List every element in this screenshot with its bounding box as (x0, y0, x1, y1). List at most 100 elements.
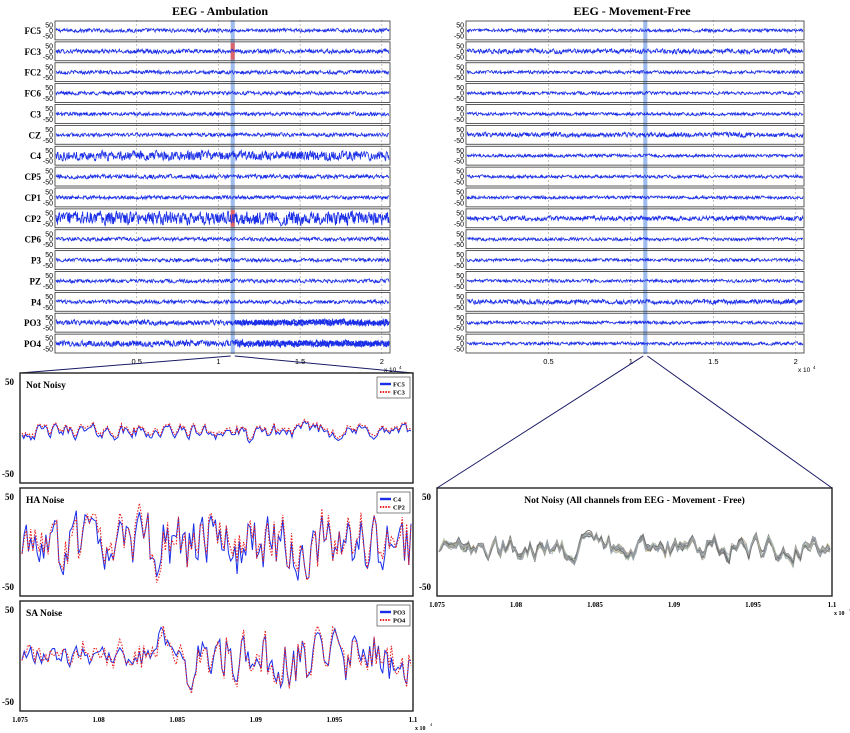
x-tick-label: 1.085 (587, 601, 603, 609)
channel-label-fc6: FC6 (25, 89, 42, 99)
y-tick-label: -50 (43, 117, 53, 124)
x-tick-label: 1.085 (169, 716, 185, 724)
legend-label-po4: PO4 (393, 618, 406, 625)
channel-trace (55, 194, 390, 201)
channel-label-c4: C4 (30, 151, 41, 161)
y-tick-label: -50 (2, 469, 14, 479)
highlight-window (230, 20, 235, 354)
x-tick-label: 1.09 (250, 716, 263, 724)
y-tick-label: -50 (43, 347, 53, 354)
y-tick-label: -50 (43, 180, 53, 187)
ha-noise-chart: 50 -50 HA Noise C4CP2 (2, 487, 414, 597)
channel-trace (55, 277, 390, 285)
legend-label-fc3: FC3 (393, 390, 406, 397)
x-exponent-label: x 10 (798, 367, 811, 374)
x-tick-label: 1.1 (828, 601, 837, 609)
y-tick-label: -50 (454, 54, 464, 61)
y-tick-label: -50 (454, 180, 464, 187)
channel-label-po3: PO3 (24, 318, 41, 328)
movement-free-zoom-chart: 50 -50 Not Noisy (All channels from EEG - … (419, 487, 850, 617)
x-tick-label: 2 (380, 357, 384, 366)
channel-trace (466, 319, 804, 326)
channel-label-c3: C3 (30, 109, 41, 119)
channel-label-po4: PO4 (24, 339, 41, 349)
y-tick-label: 50 (422, 492, 432, 502)
channel-trace (466, 257, 804, 264)
ambulation-chart: 500-50FC5500-50FC3500-50FC2500-50FC6500-… (24, 20, 402, 374)
x-tick-label: 1.095 (745, 601, 761, 609)
y-tick-label: -50 (454, 117, 464, 124)
zoom-line-right (647, 355, 833, 489)
x-tick-label: 0.5 (543, 357, 553, 366)
sa-noise-chart: 50 -50 SA Noise PO3PO4 1.075 1.08 1.085 1.09 1.0… (2, 600, 433, 732)
y-tick-label: -50 (454, 75, 464, 82)
channel-trace (466, 90, 804, 96)
y-tick-label: -50 (43, 242, 53, 249)
y-tick-label: -50 (454, 221, 464, 228)
x-tick-label: 1.1 (409, 716, 418, 724)
channel-label-cp2: CP2 (25, 214, 42, 224)
channel-trace (466, 194, 804, 201)
channel-label-fc3: FC3 (25, 47, 42, 57)
y-tick-label: -50 (43, 75, 53, 82)
channel-trace (55, 131, 390, 139)
x-tick-label: 1.08 (92, 716, 105, 724)
x-exponent-power: 4 (399, 365, 402, 370)
channel-trace (466, 27, 804, 34)
y-tick-label: -50 (43, 33, 53, 40)
channel-trace (55, 298, 390, 306)
legend-label-fc5: FC5 (393, 382, 406, 389)
y-tick-label: -50 (454, 96, 464, 103)
x-tick-label: 1.09 (668, 601, 681, 609)
legend-label-po3: PO3 (393, 610, 406, 617)
y-tick-label: -50 (454, 284, 464, 291)
not-noisy-chart: 50 -50 Not Noisy FC5FC3 (2, 372, 414, 484)
x-tick-label: 1.08 (510, 601, 523, 609)
right-panel-title: EEG - Movement-Free (573, 4, 691, 18)
channel-label-pz: PZ (29, 276, 41, 286)
channel-trace (466, 340, 804, 347)
y-tick-label: 50 (5, 605, 15, 615)
x-exponent-power: 4 (813, 365, 816, 370)
y-tick-label: -50 (454, 347, 464, 354)
channel-trace (55, 89, 390, 97)
y-tick-label: -50 (454, 242, 464, 249)
y-tick-label: -50 (43, 200, 53, 207)
y-tick-label: -50 (43, 54, 53, 61)
y-tick-label: -50 (2, 697, 14, 707)
channel-trace (55, 210, 390, 227)
left-panel-title: EEG - Ambulation (172, 4, 268, 18)
channel-label-p3: P3 (31, 256, 41, 266)
y-tick-label: -50 (2, 582, 14, 592)
highlight-window (643, 20, 648, 354)
y-tick-label: -50 (43, 159, 53, 166)
channel-trace (55, 256, 390, 264)
channel-label-p4: P4 (31, 297, 41, 307)
y-tick-label: 50 (5, 377, 15, 387)
channel-label-fc2: FC2 (25, 68, 42, 78)
channel-trace (466, 236, 804, 243)
x-tick-label: 1 (216, 357, 220, 366)
y-tick-label: -50 (43, 305, 53, 312)
zoom-line-left (436, 355, 644, 489)
x-tick-label: 1.5 (708, 357, 718, 366)
x-tick-label: 0.5 (131, 357, 141, 366)
y-tick-label: -50 (43, 138, 53, 145)
y-tick-label: -50 (43, 263, 53, 270)
y-tick-label: -50 (43, 284, 53, 291)
channel-label-cp5: CP5 (25, 172, 42, 182)
movement-free-chart: 500-50500-50500-50500-50500-50500-50500-… (454, 20, 816, 374)
y-tick-label: -50 (454, 159, 464, 166)
y-tick-label: -50 (454, 33, 464, 40)
zoom-line-left (19, 355, 231, 374)
x-exponent-label: x 10 (415, 726, 426, 732)
y-tick-label: -50 (43, 96, 53, 103)
legend-label-cp2: CP2 (393, 505, 405, 512)
legend-label-c4: C4 (393, 497, 402, 504)
channel-trace (55, 27, 390, 34)
channel-trace (55, 235, 390, 243)
channel-trace (466, 298, 804, 306)
panel-title: Not Noisy (26, 381, 66, 391)
y-tick-label: -50 (454, 326, 464, 333)
channel-trace (466, 278, 804, 284)
